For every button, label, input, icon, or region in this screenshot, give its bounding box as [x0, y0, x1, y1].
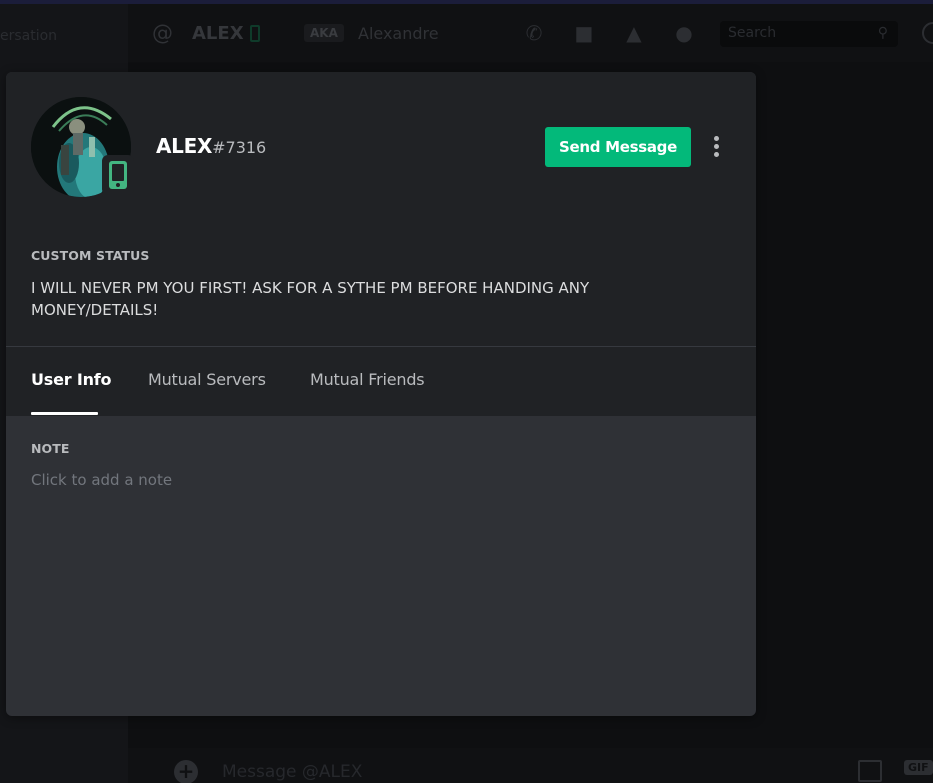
note-input[interactable]	[31, 468, 721, 492]
background-header: @ ALEX AKA Alexandre ✆ ■ ▲ ● Search ⚲	[128, 4, 933, 62]
upload-plus-icon[interactable]: +	[174, 760, 198, 783]
message-input-placeholder[interactable]: Message @ALEX	[222, 762, 362, 782]
search-icon: ⚲	[877, 25, 888, 41]
custom-status-text: I WILL NEVER PM YOU FIRST! ASK FOR A SYT…	[31, 279, 590, 319]
custom-status-title: CUSTOM STATUS	[31, 248, 150, 263]
header-username: ALEX	[192, 23, 244, 44]
mobile-online-icon	[109, 161, 127, 189]
gif-button[interactable]: GIF	[904, 760, 933, 775]
profile-name: ALEX#7316	[156, 134, 266, 158]
pin-icon[interactable]: ▲	[622, 22, 646, 44]
video-call-icon[interactable]: ■	[572, 22, 596, 44]
sidebar-fragment-text: ersation	[0, 28, 58, 44]
add-friend-icon[interactable]: ●	[672, 22, 696, 44]
phone-call-icon[interactable]: ✆	[522, 22, 546, 44]
at-icon: @	[152, 21, 173, 45]
header-nickname: Alexandre	[358, 24, 439, 43]
send-message-button[interactable]: Send Message	[545, 127, 691, 167]
header-divider	[6, 346, 756, 347]
tab-mutual-servers[interactable]: Mutual Servers	[148, 370, 266, 389]
profile-header: ALEX#7316 Send Message CUSTOM STATUS I W…	[6, 72, 756, 416]
more-options-icon[interactable]	[706, 134, 726, 160]
search-input[interactable]: Search ⚲	[720, 21, 898, 47]
avatar-wrapper	[31, 97, 134, 197]
tab-user-info[interactable]: User Info	[31, 370, 112, 389]
active-tab-indicator	[31, 412, 98, 415]
aka-badge: AKA	[304, 24, 344, 42]
gift-icon[interactable]	[858, 760, 882, 782]
profile-username: ALEX	[156, 134, 213, 158]
tab-mutual-friends[interactable]: Mutual Friends	[310, 370, 425, 389]
user-profile-modal: ALEX#7316 Send Message CUSTOM STATUS I W…	[6, 72, 756, 716]
search-placeholder: Search	[728, 25, 777, 41]
mobile-status-icon	[250, 25, 260, 42]
note-title: NOTE	[31, 441, 70, 456]
profile-discriminator: #7316	[212, 138, 267, 157]
background-composer: + Message @ALEX GIF	[128, 748, 933, 783]
help-icon[interactable]	[922, 22, 933, 44]
status-badge	[102, 155, 134, 195]
